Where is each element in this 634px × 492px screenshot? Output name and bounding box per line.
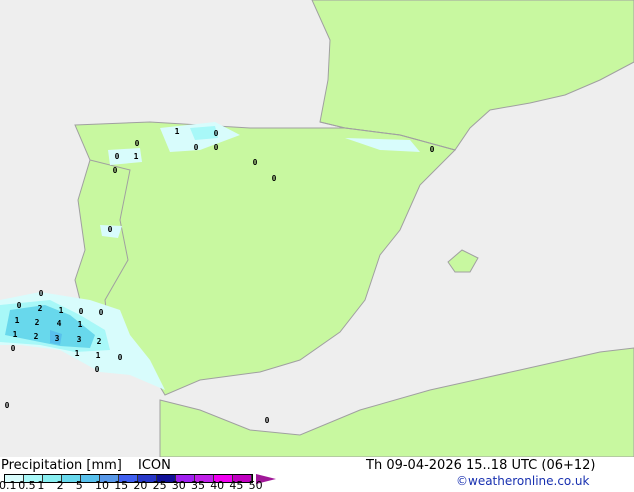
precip-value-label: 0 [5,401,10,410]
credit-link[interactable]: ©weatheronline.co.uk [456,474,589,488]
datetime: Th 09-04-2026 15..18 UTC (06+12) [366,458,596,473]
precip-value-label: 1 [96,351,101,360]
precip-value-label: 0 [113,166,118,175]
scale-tick-label: 40 [210,479,225,492]
precipitation-map: 1 0 0 0 0 0 1 0 0 0 0 0 0 0 2 1 0 0 1 2 4 1 1 2 3 3 2 0 1 1 0 0 0 0 [0,0,634,457]
precip-value-label: 0 [118,353,123,362]
precip-value-label: 0 [194,143,199,152]
scale-tick-label: 5 [75,479,83,492]
precip-value-label: 0 [115,152,120,161]
scale-tick-label: 35 [191,479,205,492]
scale-tick-label: 10 [95,479,109,492]
scale-tick-label: 50 [248,479,263,492]
scale-tick-label: 25 [152,479,167,492]
precip-value-label: 3 [55,334,60,343]
precip-value-label: 1 [59,306,64,315]
precip-value-label: 0 [135,139,140,148]
precip-value-label: 2 [35,318,40,327]
precip-value-label: 1 [75,349,80,358]
precip-value-label: 0 [272,174,277,183]
precip-value-label: 1 [15,316,20,325]
model-name: ICON [138,458,171,473]
precip-value-label: 3 [77,335,82,344]
precip-value-label: 1 [175,127,180,136]
precip-value-label: 0 [214,129,219,138]
scale-tick-label: 15 [114,479,129,492]
scale-tick-label: 45 [229,479,244,492]
precip-value-label: 0 [214,143,219,152]
precip-value-label: 0 [253,158,258,167]
precip-value-label: 2 [97,337,102,346]
precip-value-label: 0 [39,289,44,298]
precip-value-label: 0 [79,307,84,316]
precip-value-label: 0 [108,225,113,234]
precip-value-label: 1 [134,152,139,161]
precip-value-label: 1 [13,330,18,339]
scale-tick-label: 30 [171,479,186,492]
scale-tick-label: 20 [133,479,148,492]
title: Precipitation [mm] [1,458,122,473]
scale-tick-label: 0.1 [0,479,17,492]
precip-value-label: 0 [11,344,16,353]
precip-value-label: 4 [57,319,62,328]
precip-value-label: 0 [430,145,435,154]
scale-tick-label: 1 [37,479,45,492]
precip-value-label: 0 [265,416,270,425]
precip-value-label: 0 [95,365,100,374]
precip-value-label: 1 [78,320,83,329]
precip-value-label: 2 [38,304,43,313]
precip-value-label: 0 [17,301,22,310]
scale-tick-label: 0.5 [18,479,36,492]
scale-tick-label: 2 [56,479,64,492]
precip-value-label: 0 [99,308,104,317]
precip-value-label: 2 [34,332,39,341]
